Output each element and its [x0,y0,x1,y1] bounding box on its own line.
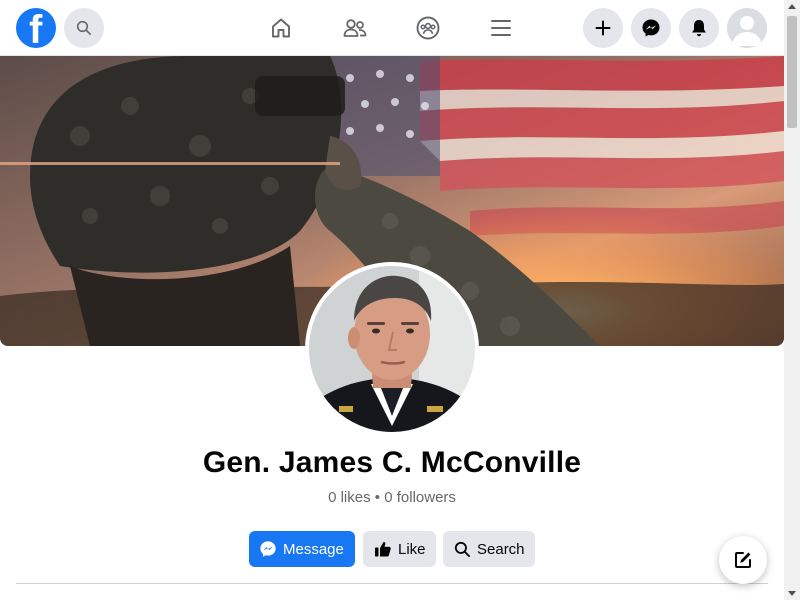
page-title: Gen. James C. McConville [202,446,582,479]
create-button[interactable] [583,8,623,48]
home-icon [272,18,290,38]
followers-count[interactable]: 0 followers [384,489,456,506]
notifications-button[interactable] [679,8,719,48]
facebook-logo-letter: f [29,8,43,48]
like-button-label: Like [398,540,426,558]
message-button-label: Message [283,540,344,558]
search-icon [454,541,470,557]
scroll-down-arrow[interactable] [788,591,796,596]
likes-count[interactable]: 0 likes [328,489,371,506]
section-divider [16,583,768,584]
profile-stats: 0 likes • 0 followers [0,489,784,506]
bell-icon [692,20,706,37]
messenger-icon [642,19,660,37]
account-avatar[interactable] [727,8,767,48]
message-button[interactable]: Message [249,531,355,567]
profile-picture[interactable] [305,262,479,436]
vertical-scrollbar[interactable] [784,0,800,600]
facebook-logo[interactable]: f [16,8,56,48]
messenger-icon [260,541,276,557]
search-icon [76,20,91,35]
like-button[interactable]: Like [363,531,436,567]
plus-icon [595,20,611,36]
nav-menu[interactable] [485,12,517,44]
search-button-label: Search [477,540,525,558]
avatar-icon [727,8,767,48]
scrollbar-thumb[interactable] [787,16,797,128]
search-button[interactable] [64,8,104,48]
scroll-up-arrow[interactable] [788,4,796,9]
groups-icon [416,16,440,40]
page-search-button[interactable]: Search [443,531,535,567]
new-message-button[interactable] [719,536,767,584]
messenger-button[interactable] [631,8,671,48]
stats-separator: • [374,489,381,506]
nav-friends[interactable] [339,12,371,44]
thumbs-up-icon [375,541,391,557]
friends-icon [343,19,367,37]
profile-portrait-image [309,266,475,432]
nav-groups[interactable] [412,12,444,44]
nav-home[interactable] [265,12,297,44]
top-navigation-bar: f [0,0,784,56]
compose-icon [735,552,751,568]
menu-icon [491,20,511,36]
